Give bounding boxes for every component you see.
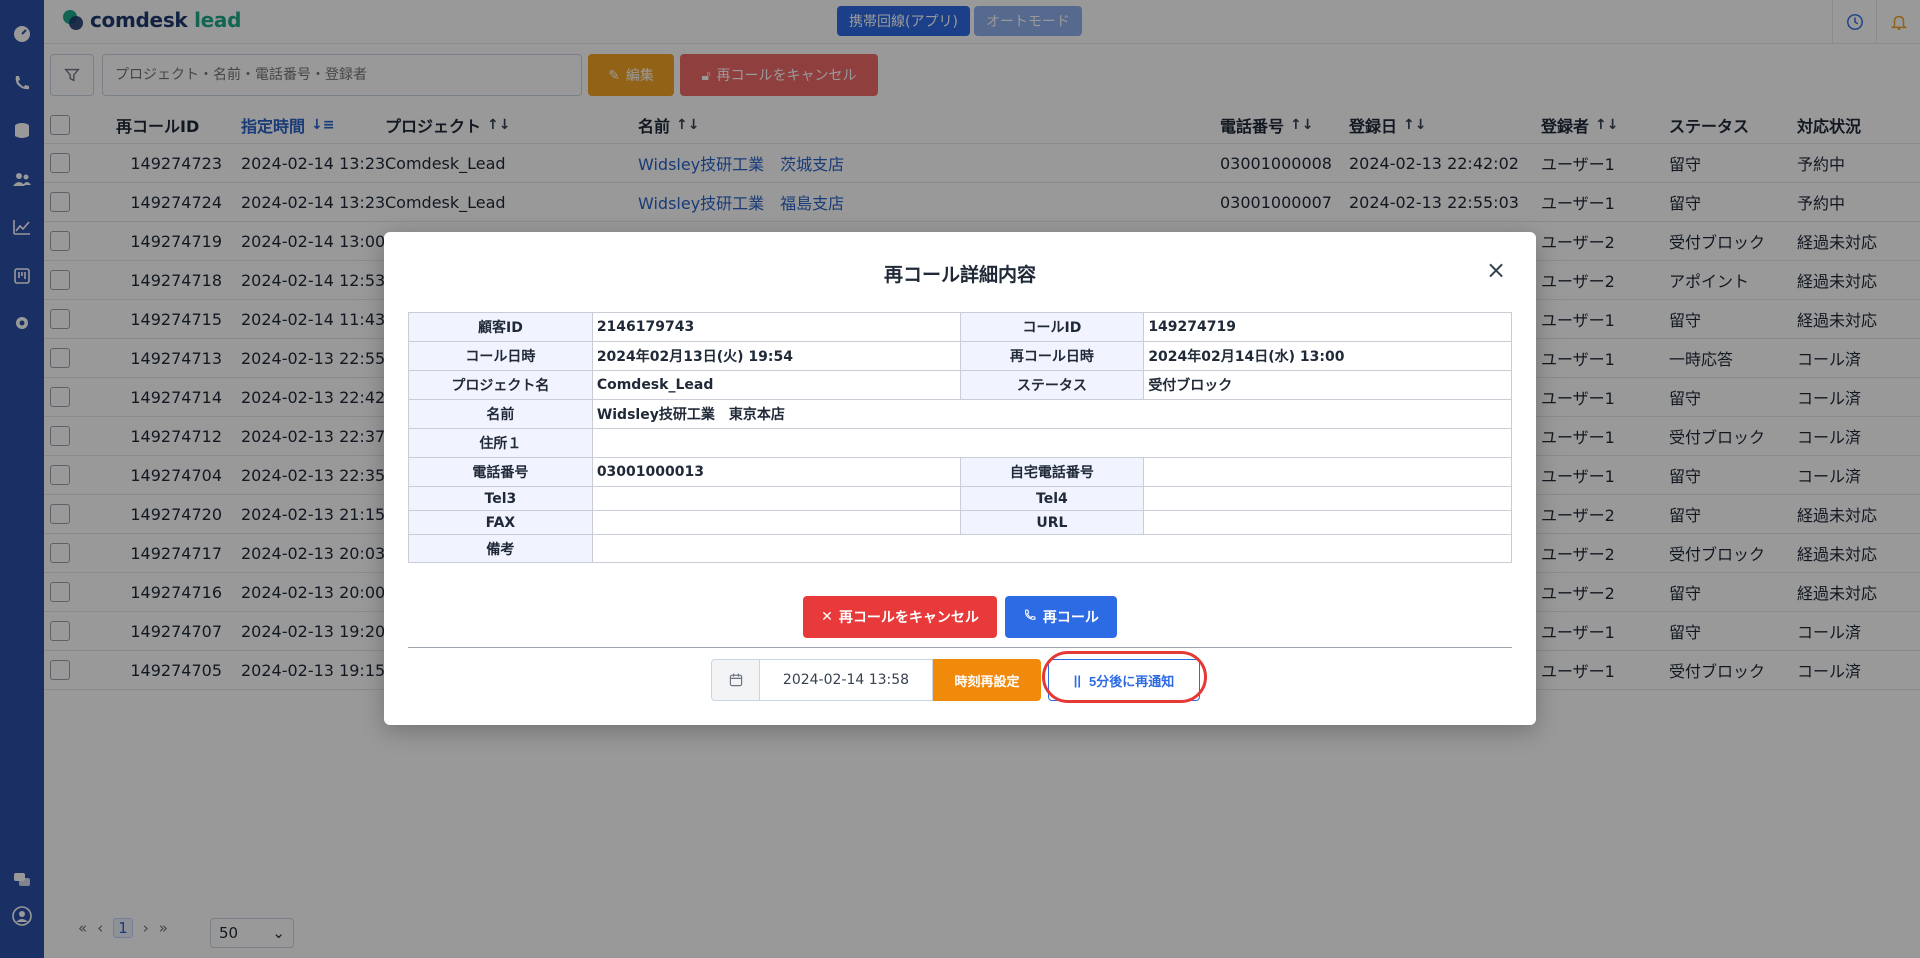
value-fax — [591, 510, 961, 535]
reset-time-button[interactable]: 時刻再設定 — [933, 659, 1041, 701]
close-icon[interactable]: × — [1484, 256, 1508, 284]
label-tel4: Tel4 — [959, 486, 1145, 511]
value-memo — [591, 534, 1513, 563]
label-call-id: コールID — [959, 312, 1145, 342]
value-recall-datetime: 2024年02月14日(水) 13:00 — [1143, 341, 1512, 371]
label-customer-id: 顧客ID — [408, 312, 593, 342]
value-call-datetime: 2024年02月13日(火) 19:54 — [591, 341, 961, 371]
value-tel3 — [591, 486, 961, 511]
value-call-id: 149274719 — [1143, 312, 1512, 342]
label-status: ステータス — [959, 370, 1145, 400]
value-url — [1143, 510, 1512, 535]
value-status: 受付ブロック — [1143, 370, 1512, 400]
modal-cancel-recall-button[interactable]: ✕ 再コールをキャンセル — [803, 596, 997, 638]
value-phone: 03001000013 — [591, 457, 961, 487]
value-customer-id: 2146179743 — [591, 312, 961, 342]
label-call-datetime: コール日時 — [408, 341, 593, 371]
recall-detail-modal: 再コール詳細内容 × 顧客ID 2146179743 コールID 1492747… — [384, 232, 1536, 725]
highlight-circle — [1042, 651, 1207, 703]
calendar-icon[interactable] — [711, 659, 759, 701]
value-address1 — [591, 428, 1513, 458]
phone-icon — [1023, 608, 1037, 626]
value-tel4 — [1143, 486, 1512, 511]
label-phone: 電話番号 — [408, 457, 593, 487]
value-project-name: Comdesk_Lead — [591, 370, 961, 400]
close-icon: ✕ — [821, 609, 833, 625]
label-address1: 住所１ — [408, 428, 593, 458]
modal-cancel-label: 再コールをキャンセル — [838, 610, 979, 626]
label-recall-datetime: 再コール日時 — [959, 341, 1145, 371]
label-home-phone: 自宅電話番号 — [959, 457, 1145, 487]
label-tel3: Tel3 — [408, 486, 593, 511]
recall-label: 再コール — [1042, 610, 1099, 626]
label-memo: 備考 — [408, 534, 593, 563]
value-home-phone — [1143, 457, 1512, 487]
divider — [408, 647, 1512, 648]
modal-title: 再コール詳細内容 — [883, 264, 1036, 286]
label-project-name: プロジェクト名 — [408, 370, 593, 400]
label-url: URL — [959, 510, 1145, 535]
detail-table: 顧客ID 2146179743 コールID 149274719 コール日時 20… — [408, 312, 1513, 563]
label-fax: FAX — [408, 510, 593, 535]
value-name: Widsley技研工業 東京本店 — [591, 399, 1513, 429]
recall-button[interactable]: 再コール — [1004, 596, 1117, 638]
reschedule-group: 2024-02-14 13:58 時刻再設定 — [711, 659, 1041, 701]
reschedule-date-input[interactable]: 2024-02-14 13:58 — [759, 659, 933, 701]
label-name: 名前 — [408, 399, 593, 429]
